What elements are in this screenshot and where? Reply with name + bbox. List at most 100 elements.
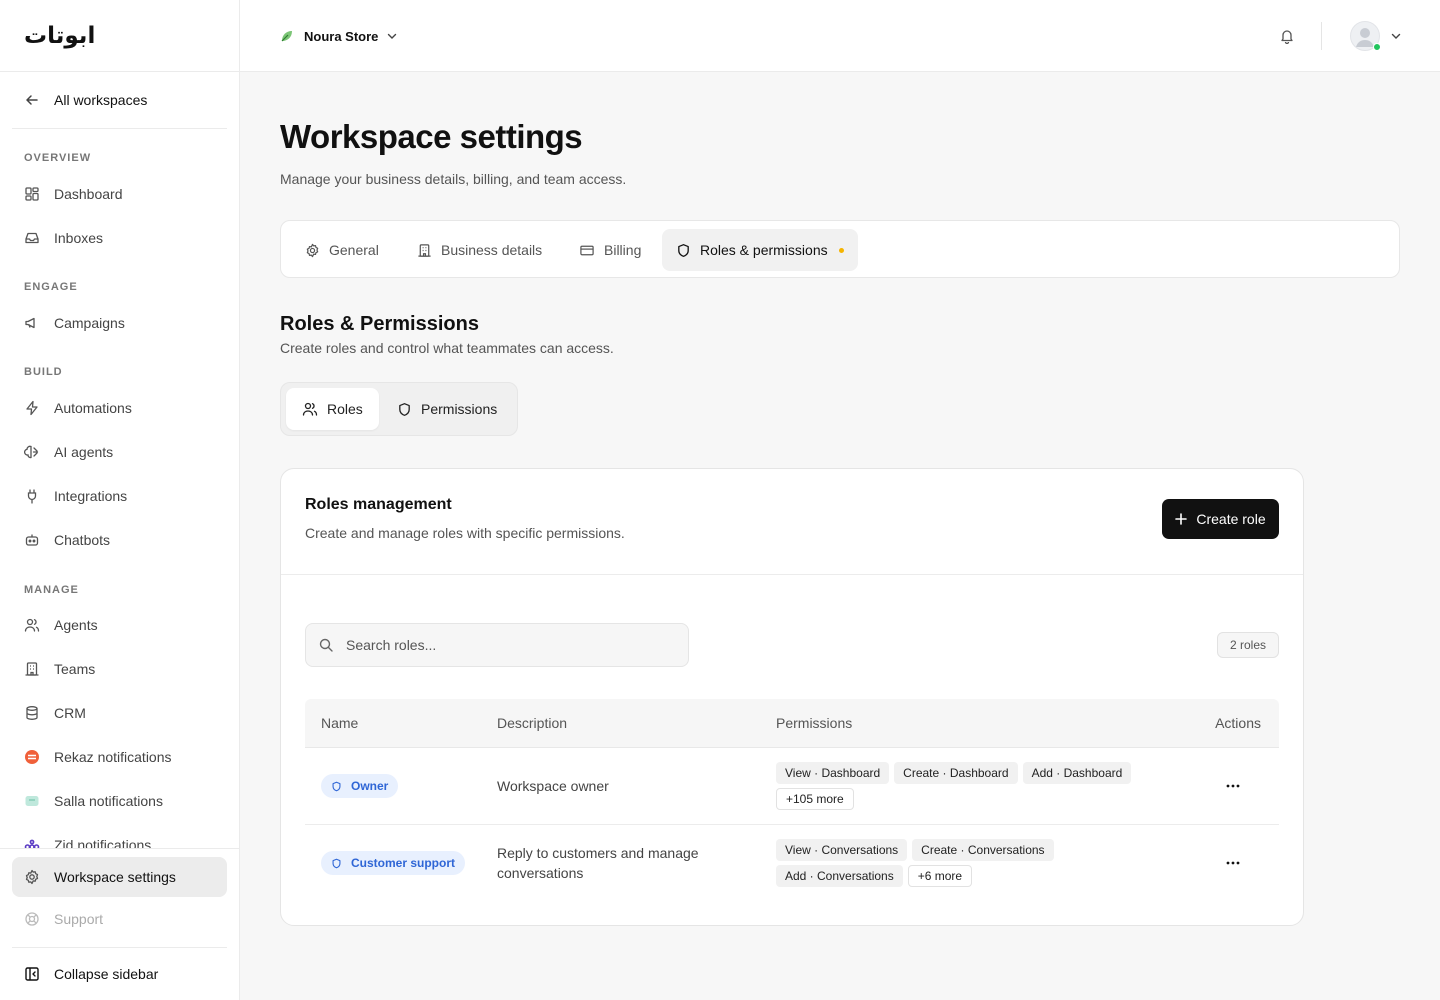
brain-icon (24, 444, 40, 460)
sidebar-item-automations[interactable]: Automations (12, 388, 227, 428)
table-row[interactable]: Owner Workspace owner View · Dashboard C… (305, 748, 1279, 825)
segment-permissions[interactable]: Permissions (381, 388, 513, 430)
sidebar-collapse-icon (24, 966, 40, 982)
all-workspaces-link[interactable]: All workspaces (12, 80, 227, 120)
zid-logo-icon (24, 837, 40, 848)
sidebar: ابوتات All workspaces OVERVIEW Dashboard… (0, 0, 240, 1000)
segment-label: Permissions (421, 401, 498, 417)
users-icon (24, 617, 40, 633)
sidebar-item-salla-notifications[interactable]: Salla notifications (12, 781, 227, 821)
settings-tabs: General Business details Billing Roles &… (280, 220, 1400, 278)
table-row[interactable]: Customer support Reply to customers and … (305, 825, 1279, 902)
notifications-bell-icon[interactable] (1277, 26, 1297, 46)
top-bar: Noura Store (240, 0, 1440, 72)
sidebar-item-label: Workspace settings (54, 869, 176, 885)
permission-chip: Create · Dashboard (894, 762, 1018, 784)
credit-card-icon (579, 243, 595, 258)
roles-count-badge: 2 roles (1216, 632, 1279, 658)
search-icon (318, 637, 334, 653)
divider (0, 848, 239, 849)
role-badge: Owner (321, 774, 399, 798)
segment-roles[interactable]: Roles (286, 388, 379, 430)
column-header-actions: Actions (1215, 715, 1261, 731)
permission-chip: Add · Conversations (776, 865, 903, 887)
sidebar-item-ai-agents[interactable]: AI agents (12, 432, 227, 472)
role-description: Workspace owner (497, 778, 609, 794)
store-switcher[interactable]: Noura Store (278, 24, 398, 48)
sidebar-item-dashboard[interactable]: Dashboard (12, 174, 227, 214)
building-icon (24, 661, 40, 677)
plus-icon (1175, 513, 1188, 525)
arrow-left-icon (24, 92, 40, 108)
permission-chip: View · Conversations (776, 839, 908, 861)
page-subtitle: Manage your business details, billing, a… (280, 171, 627, 187)
tab-business-details[interactable]: Business details (403, 229, 556, 271)
shield-icon (331, 781, 342, 792)
permission-chip: Add · Dashboard (1022, 762, 1132, 784)
tab-label: Roles & permissions (700, 242, 828, 258)
role-badge: Customer support (321, 851, 466, 875)
building-icon (417, 243, 432, 258)
segment-label: Roles (327, 401, 363, 417)
brand-logo[interactable]: ابوتات (24, 23, 95, 49)
gear-icon (305, 243, 320, 258)
column-header-description[interactable]: Description (497, 715, 567, 731)
sidebar-item-support[interactable]: Support (12, 899, 227, 939)
unsaved-indicator-dot (838, 247, 844, 253)
role-name: Customer support (351, 856, 456, 870)
sidebar-item-rekaz-notifications[interactable]: Rekaz notifications (12, 737, 227, 777)
more-permissions-chip[interactable]: +105 more (776, 788, 854, 810)
sidebar-item-teams[interactable]: Teams (12, 649, 227, 689)
sidebar-nav[interactable]: OVERVIEW Dashboard Inboxes ENGAGE Campai… (0, 134, 239, 848)
section-title: Roles & Permissions (280, 313, 479, 335)
table-header: Name Description Permissions Actions (305, 699, 1279, 748)
tab-label: Billing (604, 242, 642, 258)
divider (1321, 22, 1322, 50)
sidebar-item-label: Inboxes (54, 230, 104, 246)
sidebar-item-label: Support (54, 911, 104, 927)
more-actions-icon[interactable] (1223, 853, 1243, 873)
search-roles-field[interactable] (305, 623, 689, 667)
tab-general[interactable]: General (291, 229, 393, 271)
sidebar-item-label: Rekaz notifications (54, 749, 172, 765)
collapse-sidebar-button[interactable]: Collapse sidebar (12, 954, 227, 994)
sidebar-item-label: AI agents (54, 444, 114, 460)
sidebar-item-label: Agents (54, 617, 98, 633)
sidebar-item-agents[interactable]: Agents (12, 605, 227, 645)
chevron-down-icon (386, 30, 398, 42)
tab-billing[interactable]: Billing (565, 229, 655, 271)
lightning-icon (24, 400, 40, 416)
section-label-engage: ENGAGE (24, 281, 78, 293)
create-role-button[interactable]: Create role (1162, 499, 1279, 539)
roles-management-card: Roles management Create and manage roles… (280, 468, 1304, 926)
chevron-down-icon[interactable] (1390, 30, 1402, 42)
role-description: Reply to customers and manage conversati… (497, 845, 699, 881)
user-avatar[interactable] (1350, 21, 1381, 51)
card-subtitle: Create and manage roles with specific pe… (305, 525, 625, 541)
users-icon (302, 401, 318, 417)
column-header-permissions[interactable]: Permissions (776, 715, 852, 731)
card-title: Roles management (305, 496, 452, 513)
more-permissions-chip[interactable]: +6 more (907, 865, 973, 887)
gear-icon (24, 869, 40, 885)
online-status-dot (1373, 43, 1381, 51)
inbox-icon (24, 230, 40, 246)
sidebar-item-campaigns[interactable]: Campaigns (12, 303, 227, 343)
database-icon (24, 705, 40, 721)
more-actions-icon[interactable] (1223, 776, 1243, 796)
sidebar-item-workspace-settings[interactable]: Workspace settings (12, 857, 227, 897)
sidebar-item-integrations[interactable]: Integrations (12, 476, 227, 516)
sidebar-item-inboxes[interactable]: Inboxes (12, 218, 227, 258)
plug-icon (24, 488, 40, 504)
roles-permissions-toggle: Roles Permissions (280, 382, 518, 436)
section-subtitle: Create roles and control what teammates … (280, 340, 614, 356)
search-roles-input[interactable] (346, 637, 666, 653)
sidebar-item-crm[interactable]: CRM (12, 693, 227, 733)
column-header-name[interactable]: Name (321, 715, 358, 731)
sidebar-item-label: Campaigns (54, 315, 125, 331)
tab-roles-permissions[interactable]: Roles & permissions (662, 229, 858, 271)
sidebar-item-zid-notifications[interactable]: Zid notifications (12, 825, 227, 848)
sidebar-item-label: Chatbots (54, 532, 111, 548)
sidebar-item-chatbots[interactable]: Chatbots (12, 520, 227, 560)
page-title: Workspace settings (280, 118, 583, 155)
